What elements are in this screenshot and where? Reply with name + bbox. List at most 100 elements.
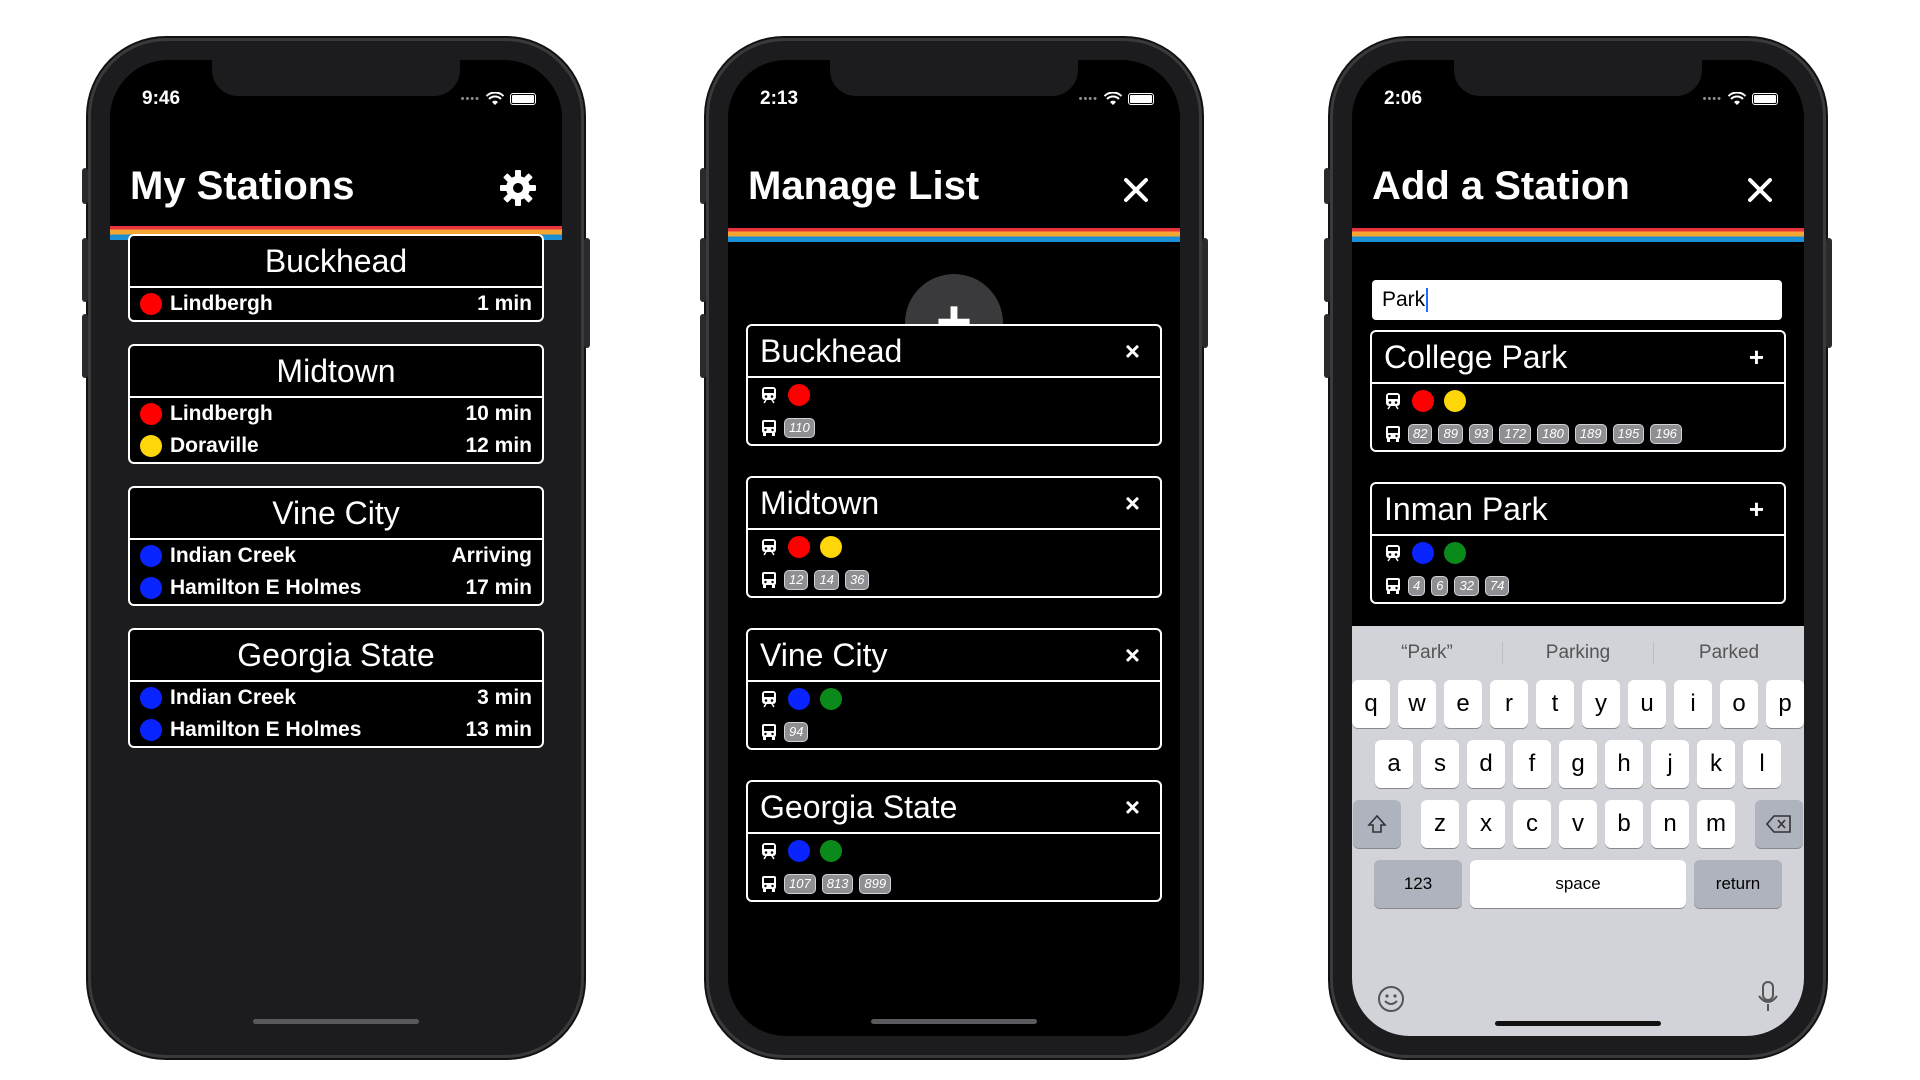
- key-d[interactable]: d: [1467, 740, 1505, 788]
- remove-station-button[interactable]: ×: [1125, 792, 1140, 823]
- battery-icon: [1128, 93, 1154, 105]
- key-p[interactable]: p: [1766, 680, 1804, 728]
- key-w[interactable]: w: [1398, 680, 1436, 728]
- key-n[interactable]: n: [1651, 800, 1689, 848]
- key-a[interactable]: a: [1375, 740, 1413, 788]
- suggestion-2[interactable]: Parking: [1503, 642, 1654, 664]
- gold-line-dot: [1444, 389, 1466, 412]
- station-header: Buckhead ×: [748, 326, 1160, 378]
- station-card[interactable]: Buckhead Lindbergh 1 min: [128, 234, 544, 322]
- arrival-row: Indian Creek 3 min: [130, 682, 542, 714]
- bus-routes-row: 110: [748, 411, 1160, 444]
- key-r[interactable]: r: [1490, 680, 1528, 728]
- green-line-dot: [820, 687, 842, 710]
- key-u[interactable]: u: [1628, 680, 1666, 728]
- key-z[interactable]: z: [1421, 800, 1459, 848]
- remove-station-button[interactable]: ×: [1125, 488, 1140, 519]
- key-e[interactable]: e: [1444, 680, 1482, 728]
- shift-key[interactable]: [1353, 800, 1401, 848]
- station-header: Inman Park +: [1372, 484, 1784, 536]
- station-card[interactable]: Georgia State Indian Creek 3 min Hamilton E…: [128, 628, 544, 748]
- return-key[interactable]: return: [1694, 860, 1782, 908]
- station-card[interactable]: Inman Park + 4 6 32 74: [1370, 482, 1786, 604]
- shift-icon: [1367, 814, 1387, 833]
- add-station-button[interactable]: +: [1749, 342, 1764, 373]
- destination-label: Hamilton E Holmes: [170, 718, 362, 741]
- key-t[interactable]: t: [1536, 680, 1574, 728]
- color-stripe: [1352, 228, 1804, 242]
- wifi-icon: [1728, 92, 1746, 105]
- red-line-dot: [788, 535, 810, 558]
- numbers-key[interactable]: 123: [1374, 860, 1462, 908]
- key-g[interactable]: g: [1559, 740, 1597, 788]
- station-card[interactable]: Vine City Indian Creek Arriving Hamilton E …: [128, 486, 544, 606]
- key-l[interactable]: l: [1743, 740, 1781, 788]
- key-j[interactable]: j: [1651, 740, 1689, 788]
- arrival-row: Lindbergh 1 min: [130, 288, 542, 320]
- backspace-icon: [1766, 815, 1791, 833]
- key-x[interactable]: x: [1467, 800, 1505, 848]
- space-key[interactable]: space: [1470, 860, 1686, 908]
- remove-station-button[interactable]: ×: [1125, 640, 1140, 671]
- key-s[interactable]: s: [1421, 740, 1459, 788]
- battery-icon: [510, 93, 536, 105]
- status-time: 2:06: [1384, 88, 1423, 109]
- key-b[interactable]: b: [1605, 800, 1643, 848]
- station-card[interactable]: Georgia State × 107 813 899: [746, 780, 1162, 902]
- bus-icon: [760, 571, 778, 589]
- key-q[interactable]: q: [1352, 680, 1390, 728]
- home-indicator: [871, 1019, 1037, 1024]
- page-title: Add a Station: [1372, 164, 1630, 208]
- key-i[interactable]: i: [1674, 680, 1712, 728]
- destination-label: Indian Creek: [170, 544, 297, 567]
- bus-routes-row: 12 14 36: [748, 563, 1160, 596]
- key-m[interactable]: m: [1697, 800, 1735, 848]
- key-o[interactable]: o: [1720, 680, 1758, 728]
- status-bar: 9:46 ••••: [110, 88, 562, 112]
- suggestion-1[interactable]: “Park”: [1352, 642, 1503, 664]
- station-card[interactable]: Buckhead × 110: [746, 324, 1162, 446]
- keyboard: “Park” Parking Parked qwertyuiop asdfghj…: [1352, 626, 1804, 1036]
- station-search-input[interactable]: Park: [1372, 280, 1782, 320]
- green-line-dot: [1444, 541, 1466, 564]
- key-c[interactable]: c: [1513, 800, 1551, 848]
- key-spacer: [1409, 800, 1413, 848]
- arrival-row: Hamilton E Holmes 13 min: [130, 714, 542, 746]
- microphone-icon[interactable]: [1756, 980, 1780, 1014]
- emoji-icon[interactable]: [1376, 984, 1406, 1014]
- train-icon: [760, 690, 778, 708]
- key-v[interactable]: v: [1559, 800, 1597, 848]
- key-h[interactable]: h: [1605, 740, 1643, 788]
- screen-my-stations: 9:46 •••• My Stations Buckhead Lindbergh 1…: [110, 60, 562, 1036]
- remove-station-button[interactable]: ×: [1125, 336, 1140, 367]
- page-title: My Stations: [130, 164, 355, 208]
- bus-routes-row: 107 813 899: [748, 867, 1160, 900]
- battery-icon: [1752, 93, 1778, 105]
- bus-route-badge: 12: [784, 569, 809, 590]
- page-title: Manage List: [748, 164, 980, 208]
- add-station-button[interactable]: +: [1749, 494, 1764, 525]
- suggestion-bar: “Park” Parking Parked: [1352, 626, 1804, 680]
- eta-label: 3 min: [477, 686, 532, 709]
- blue-line-dot: [140, 577, 162, 599]
- bus-route-badge: 14: [814, 569, 839, 590]
- wifi-icon: [1104, 92, 1122, 105]
- station-card[interactable]: Midtown × 12 14 36: [746, 476, 1162, 598]
- key-k[interactable]: k: [1697, 740, 1735, 788]
- home-indicator: [253, 1019, 419, 1024]
- suggestion-3[interactable]: Parked: [1654, 642, 1804, 664]
- arrival-row: Indian Creek Arriving: [130, 540, 542, 572]
- delete-key[interactable]: [1755, 800, 1803, 848]
- key-y[interactable]: y: [1582, 680, 1620, 728]
- close-icon[interactable]: [1740, 170, 1780, 210]
- station-card[interactable]: Midtown Lindbergh 10 min Doraville 12 min: [128, 344, 544, 464]
- station-card[interactable]: Vine City × 94: [746, 628, 1162, 750]
- status-bar: 2:13 ••••: [728, 88, 1180, 112]
- bus-routes-row: 4 6 32 74: [1372, 569, 1784, 602]
- bus-icon: [760, 419, 778, 437]
- key-f[interactable]: f: [1513, 740, 1551, 788]
- close-icon[interactable]: [1116, 170, 1156, 210]
- station-card[interactable]: College Park +82 89 93 172 180 189 195 196: [1370, 330, 1786, 452]
- gear-icon[interactable]: [498, 168, 538, 208]
- bus-route-badge: 94: [784, 721, 809, 742]
